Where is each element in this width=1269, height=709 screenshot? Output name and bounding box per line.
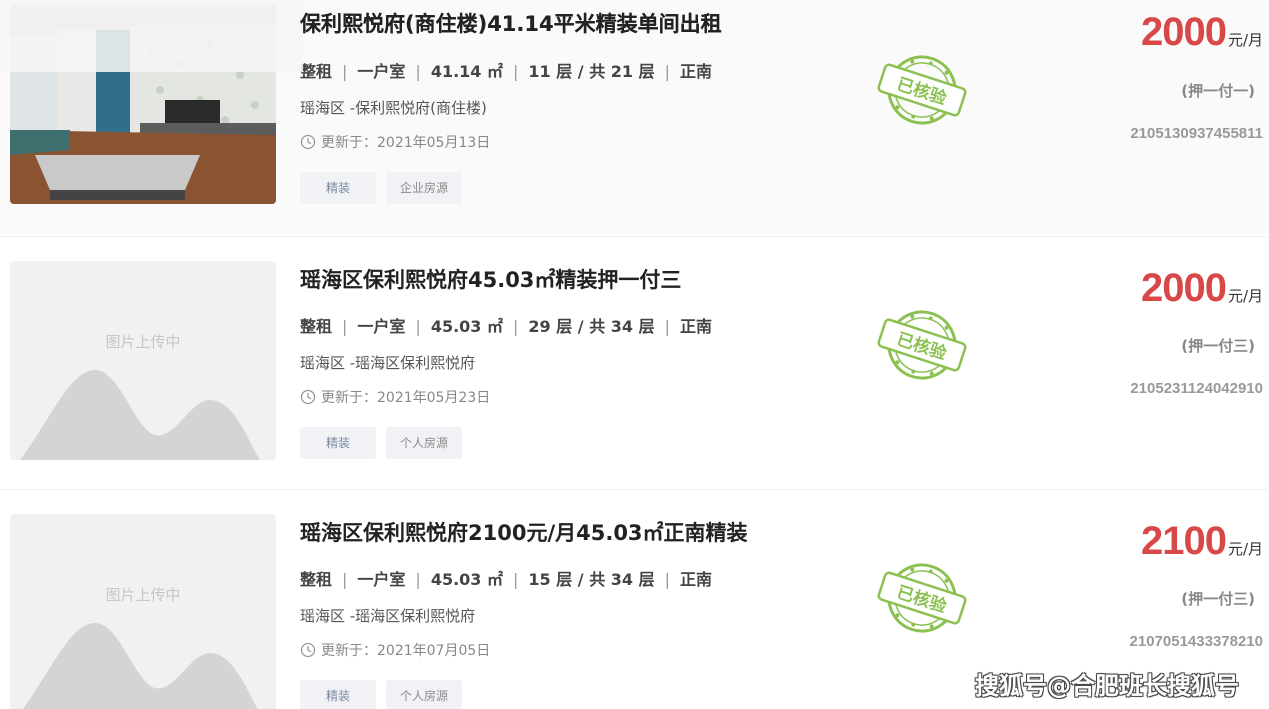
divider: | xyxy=(664,317,671,336)
deposit-terms: (押一付三) xyxy=(1181,337,1255,355)
listing-code: 2107051433378210 xyxy=(1129,633,1263,650)
divider: | xyxy=(342,62,348,81)
floor: 11 层 / 共 21 层 xyxy=(528,62,655,81)
listing-address: 瑶海区 -瑶海区保利熙悦府 xyxy=(300,607,476,625)
listing-address: 瑶海区 -保利熙悦府(商住楼) xyxy=(300,99,487,117)
tag-source: 个人房源 xyxy=(386,427,462,459)
listing-photo-placeholder[interactable]: 图片上传中 xyxy=(10,514,276,709)
tag-list: 精装 企业房源 xyxy=(300,172,462,204)
tag-list: 精装 个人房源 xyxy=(300,680,462,709)
divider: | xyxy=(415,317,421,336)
verified-stamp-icon: 已核验 xyxy=(877,563,967,633)
area: 41.14 ㎡ xyxy=(430,62,503,81)
placeholder-text: 图片上传中 xyxy=(105,333,181,351)
updated-date: 2021年05月13日 xyxy=(377,135,491,151)
room-count: 一户室 xyxy=(357,570,406,589)
rent-type: 整租 xyxy=(300,62,333,81)
watermark: 搜狐号@合肥班长搜狐号 xyxy=(975,672,1239,700)
mountain-placeholder-icon xyxy=(22,623,258,709)
tag-source: 个人房源 xyxy=(386,680,462,709)
listing-title-overlay: 保利熙悦府(商住楼)41.14平米精装单间出租 xyxy=(300,12,722,36)
listing-address: 瑶海区 -瑶海区保利熙悦府 xyxy=(300,354,476,372)
mountain-placeholder-icon xyxy=(20,370,260,460)
tag-list: 精装 个人房源 xyxy=(300,427,462,459)
updated-date: 2021年05月23日 xyxy=(377,390,491,406)
price: 2000 元/月 xyxy=(1141,266,1263,311)
clock-icon xyxy=(300,134,316,150)
room-count: 一户室 xyxy=(357,317,406,336)
price-value: 2100 xyxy=(1140,519,1227,563)
updated-time: 更新于： 2021年07月05日 xyxy=(300,640,490,660)
floor: 15 层 / 共 34 层 xyxy=(528,570,655,589)
divider: | xyxy=(664,570,671,589)
listing-code: 2105130937455811 xyxy=(1130,125,1263,142)
placeholder-text: 图片上传中 xyxy=(105,586,181,604)
price-unit: 元/月 xyxy=(1227,540,1263,558)
price-unit: 元/月 xyxy=(1227,31,1263,49)
price-value: 2000 xyxy=(1140,266,1227,310)
divider: | xyxy=(415,62,421,81)
listing-card[interactable]: 保利熙悦府(商住楼)41.14平米精装单间出租 整租 | 一户室 | 41.14 ㎡ | 1… xyxy=(0,0,1269,234)
updated-label: 更新于： xyxy=(321,135,377,151)
orientation: 正南 xyxy=(680,62,713,81)
updated-label: 更新于： xyxy=(321,643,377,659)
orientation: 正南 xyxy=(680,570,713,589)
divider: | xyxy=(342,317,348,336)
clock-icon xyxy=(300,642,316,658)
tag-decoration: 精装 xyxy=(300,172,376,204)
listing-card[interactable]: 图片上传中 瑶海区保利熙悦府45.03㎡精装押一付三 整租 | 一户室 | 45.03 … xyxy=(0,236,1269,470)
rent-type: 整租 xyxy=(300,570,333,589)
updated-time: 更新于： 2021年05月13日 xyxy=(300,132,490,152)
tag-source: 企业房源 xyxy=(386,172,462,204)
listing-specs: 整租 | 一户室 | 41.14 ㎡ | 11 层 / 共 21 层 | 正南 xyxy=(300,58,712,82)
divider: | xyxy=(664,62,671,81)
floor: 29 层 / 共 34 层 xyxy=(528,317,655,336)
image-fade-overlay xyxy=(0,0,303,72)
divider: | xyxy=(513,570,519,589)
rent-type: 整租 xyxy=(300,317,333,336)
tag-decoration: 精装 xyxy=(300,427,376,459)
orientation: 正南 xyxy=(680,317,713,336)
divider: | xyxy=(342,570,348,589)
updated-date: 2021年07月05日 xyxy=(377,643,491,659)
tag-decoration: 精装 xyxy=(300,680,376,709)
listing-specs: 整租 | 一户室 | 45.03 ㎡ | 15 层 / 共 34 层 | 正南 xyxy=(300,566,712,590)
price-unit: 元/月 xyxy=(1227,287,1263,305)
deposit-terms: (押一付一) xyxy=(1181,82,1255,100)
listing-title[interactable]: 瑶海区保利熙悦府45.03㎡精装押一付三 xyxy=(300,264,681,294)
price-value: 2000 xyxy=(1140,10,1227,54)
updated-label: 更新于： xyxy=(321,390,377,406)
price: 2100 元/月 xyxy=(1141,519,1263,564)
area: 45.03 ㎡ xyxy=(430,317,503,336)
divider: | xyxy=(513,62,519,81)
updated-time: 更新于： 2021年05月23日 xyxy=(300,387,490,407)
listing-photo-placeholder[interactable]: 图片上传中 xyxy=(10,261,276,460)
area: 45.03 ㎡ xyxy=(430,570,503,589)
verified-stamp-icon: 已核验 xyxy=(877,310,967,380)
clock-icon xyxy=(300,389,316,405)
listing-title[interactable]: 瑶海区保利熙悦府2100元/月45.03㎡正南精装 xyxy=(300,517,748,547)
listing-code: 2105231124042910 xyxy=(1130,380,1263,397)
verified-stamp-icon: 已核验 xyxy=(877,55,967,125)
divider: | xyxy=(415,570,421,589)
deposit-terms: (押一付三) xyxy=(1181,590,1255,608)
listing-specs: 整租 | 一户室 | 45.03 ㎡ | 29 层 / 共 34 层 | 正南 xyxy=(300,313,712,337)
price: 2000 元/月 xyxy=(1141,10,1263,55)
room-count: 一户室 xyxy=(357,62,406,81)
divider: | xyxy=(513,317,519,336)
